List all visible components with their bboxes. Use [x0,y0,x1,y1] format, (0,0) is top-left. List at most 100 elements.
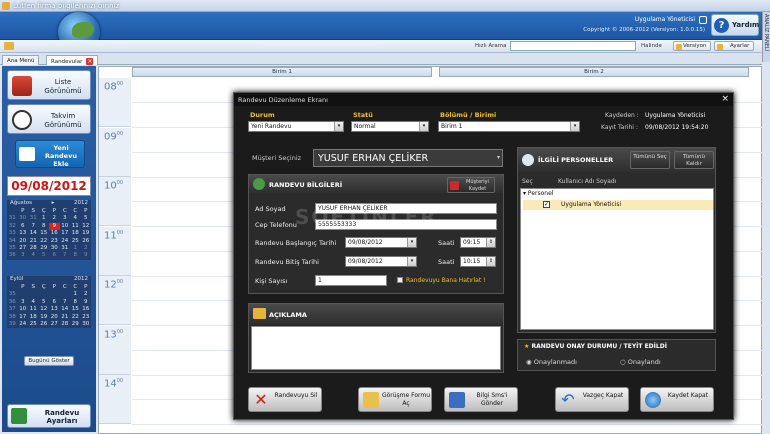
calendar-day[interactable]: 21 [60,314,71,321]
calendar-day[interactable]: 5 [39,252,50,259]
calendar-day[interactable]: 6 [18,223,29,230]
calendar-day[interactable]: 1 [70,291,81,298]
analysis-panel-tab[interactable]: ANALİZ PANELİ [762,12,770,62]
calendar-day[interactable]: 20 [49,314,60,321]
calendar-day[interactable]: 21 [28,238,39,245]
calendar-day[interactable]: 30 [49,245,60,252]
calendar-day[interactable]: 25 [28,321,39,328]
calendar-day[interactable]: 2 [81,291,92,298]
calendar-september[interactable]: Eylül 2012 P S Ç P C C P 35 1 2 36 3 4 5 6 7 8 9 37 10 11 12 13… [7,276,91,329]
status-select[interactable]: Yeni Randevu ▾ [248,121,344,132]
calendar-day[interactable]: 12 [39,306,50,313]
calendar-day[interactable] [18,291,29,298]
calendar-day[interactable]: 2 [81,245,92,252]
send-sms-button[interactable]: Bilgi Sms'i Gönder [444,387,518,412]
calendar-grid[interactable]: P S Ç P C C P 31 30 31 1 2 3 4 5 32 6 7 8 9 10 11 12 33 13 14 15 16… [7,208,91,260]
calendar-day[interactable]: 11 [70,223,81,230]
calendar-day[interactable]: 22 [70,314,81,321]
calendar-day[interactable]: 22 [39,238,50,245]
calendar-day[interactable]: 1 [39,215,50,222]
tab-main-menu[interactable]: Ana Menü [2,55,40,65]
calendar-day[interactable]: 5 [39,299,50,306]
calendar-day[interactable]: 24 [18,321,29,328]
calendar-day[interactable] [39,291,50,298]
calendar-day[interactable]: 30 [18,215,29,222]
calendar-day[interactable]: 20 [18,238,29,245]
customer-select[interactable]: YUSUF ERHAN ÇELİKER ▾ [313,149,503,167]
calendar-day[interactable]: 9 [81,299,92,306]
remove-all-button[interactable]: Tümünü Kaldır [674,151,714,169]
calendar-day[interactable]: 14 [60,306,71,313]
calendar-day[interactable]: 7 [60,299,71,306]
calendar-day[interactable]: 13 [49,306,60,313]
calendar-day[interactable]: 4 [28,299,39,306]
select-all-button[interactable]: Tümünü Seç [630,151,670,169]
save-customer-button[interactable]: Müşteriyi Kaydet [447,177,495,193]
calendar-day[interactable]: 28 [28,245,39,252]
calendar-day[interactable]: 26 [81,238,92,245]
close-icon[interactable]: × [721,94,729,104]
calendar-day[interactable]: 6 [49,299,60,306]
lock-icon[interactable] [699,16,707,24]
today-button[interactable]: Bugünü Göster [24,356,74,366]
calendar-day[interactable]: 3 [18,252,29,259]
calendar-grid[interactable]: P S Ç P C C P 35 1 2 36 3 4 5 6 7 8 9 37 10 11 12 13 14 15 16 38 17… [7,284,91,328]
calendar-day[interactable]: 31 [28,215,39,222]
end-time-stepper[interactable]: 10:15 ⇕ [460,256,496,267]
end-date-picker[interactable]: 09/08/2012 ▾ [345,256,417,267]
calendar-view-button[interactable]: Takvim Görünümü [7,104,91,134]
calendar-day[interactable]: 30 [81,321,92,328]
calendar-day[interactable]: 16 [49,230,60,237]
calendar-day[interactable]: 19 [81,230,92,237]
calendar-day[interactable]: 25 [70,238,81,245]
calendar-day[interactable]: 3 [18,299,29,306]
calendar-day[interactable]: 24 [60,238,71,245]
calendar-day[interactable] [60,291,71,298]
calendar-day[interactable]: 3 [60,215,71,222]
not-approved-radio[interactable]: ◉ Onaylanmadı [526,358,577,366]
start-time-stepper[interactable]: 09:15 ⇕ [460,237,496,248]
calendar-day[interactable]: 7 [28,223,39,230]
calendar-day[interactable]: 9 [81,252,92,259]
calendar-day[interactable]: 4 [70,215,81,222]
calendar-day[interactable]: 17 [60,230,71,237]
calendar-day[interactable]: 9 [49,222,60,231]
save-close-button[interactable]: Kaydet Kapat [640,387,714,412]
staff-group-row[interactable]: ▾ Personel [523,190,711,199]
statu-select[interactable]: Normal ▾ [351,121,429,132]
quick-search-input[interactable] [510,41,636,51]
calendar-day[interactable]: 13 [18,230,29,237]
calendar-day[interactable]: 18 [28,314,39,321]
close-tab-icon[interactable]: × [86,58,94,65]
calendar-day[interactable] [49,291,60,298]
chevron-right-icon[interactable]: ▸ [52,200,55,208]
approved-radio[interactable]: ○ Onaylandı [620,358,661,366]
notes-textarea[interactable] [251,326,501,370]
staff-row[interactable]: ✓ Uygulama Yöneticisi [523,200,713,210]
calendar-day[interactable]: 1 [70,245,81,252]
calendar-day[interactable]: 27 [49,321,60,328]
start-date-picker[interactable]: 09/08/2012 ▾ [345,237,417,248]
unit-select[interactable]: Birim 1 ▾ [438,121,580,132]
delete-appointment-button[interactable]: ✕ Randevuyu Sil [248,387,322,412]
calendar-day[interactable]: 10 [18,306,29,313]
appointment-settings-button[interactable]: Randevu Ayarları [7,404,91,428]
list-view-button[interactable]: Liste Görünümü [7,70,91,100]
calendar-day[interactable]: 6 [49,252,60,259]
calendar-day[interactable]: 23 [49,238,60,245]
calendar-day[interactable]: 8 [70,299,81,306]
calendar-day[interactable]: 27 [18,245,29,252]
calendar-day[interactable]: 15 [39,230,50,237]
meeting-form-button[interactable]: Görüşme Formu Aç [358,387,432,412]
people-count-input[interactable]: 1 [315,275,387,286]
remind-checkbox[interactable] [397,277,403,283]
calendar-day[interactable]: 14 [28,230,39,237]
calendar-day[interactable]: 11 [28,306,39,313]
calendar-day[interactable] [28,291,39,298]
staff-list[interactable]: ▾ Personel ✓ Uygulama Yöneticisi [520,188,714,330]
calendar-day[interactable]: 28 [60,321,71,328]
new-appointment-button[interactable]: Yeni Randevu Ekle [15,140,85,168]
staff-checkbox[interactable]: ✓ [543,201,550,208]
folder-icon[interactable] [4,42,14,50]
calendar-day[interactable]: 26 [39,321,50,328]
